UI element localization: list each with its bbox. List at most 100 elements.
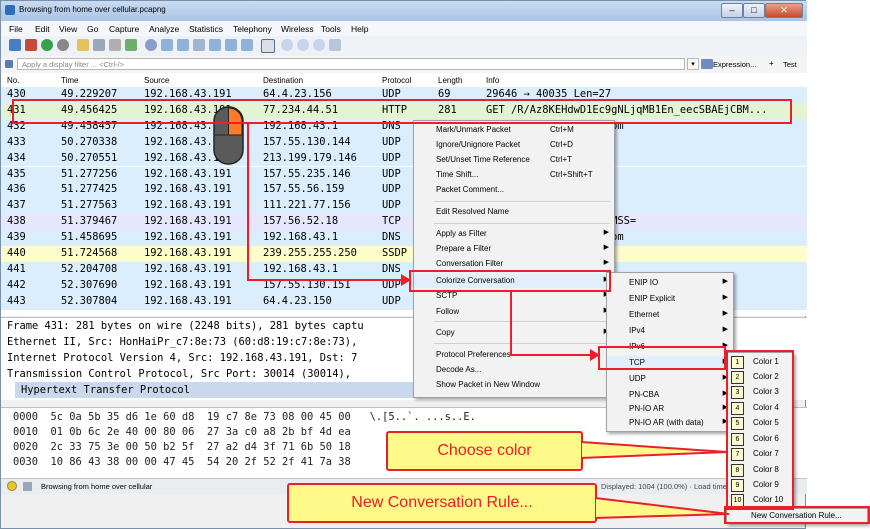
column-source[interactable]: Source bbox=[144, 76, 169, 85]
column-time[interactable]: Time bbox=[61, 76, 78, 85]
menu-capture[interactable]: Capture bbox=[109, 24, 139, 34]
column-no[interactable]: No. bbox=[7, 76, 19, 85]
detail-http[interactable]: Hypertext Transfer Protocol bbox=[15, 382, 427, 398]
menu-item-copy[interactable]: Copy▶ bbox=[414, 326, 614, 340]
packet-time-cell: 52.307690 bbox=[61, 278, 118, 291]
submenu-item-pn-cba[interactable]: PN-CBA▶ bbox=[607, 388, 733, 402]
autoscroll-icon[interactable] bbox=[241, 39, 253, 51]
find-packet-icon[interactable] bbox=[145, 39, 157, 51]
menu-item-time-reference[interactable]: Set/Unset Time Reference Ctrl+T bbox=[414, 153, 614, 167]
minimize-button[interactable]: – bbox=[721, 3, 743, 18]
menu-item-time-shift[interactable]: Time Shift... Ctrl+Shift+T bbox=[414, 168, 614, 182]
menu-item-label: Set/Unset Time Reference bbox=[436, 155, 530, 164]
packet-row[interactable]: 436 51.277425 192.168.43.191 157.55.56.159 U… bbox=[1, 182, 807, 199]
expression-button[interactable]: Expression... bbox=[713, 60, 756, 69]
packet-time-cell: 52.307804 bbox=[61, 294, 118, 307]
packet-row[interactable]: 440 51.724568 192.168.43.191 239.255.255.25… bbox=[1, 246, 807, 262]
go-back-icon[interactable] bbox=[161, 39, 173, 51]
zoom-out-icon[interactable] bbox=[297, 39, 309, 51]
add-filter-button[interactable]: + bbox=[769, 59, 774, 68]
menu-go[interactable]: Go bbox=[87, 24, 98, 34]
save-file-icon[interactable] bbox=[93, 39, 105, 51]
submenu-item-pn-io-ar-data[interactable]: PN-IO AR (with data)▶ bbox=[607, 416, 733, 430]
stop-capture-icon[interactable] bbox=[25, 39, 37, 51]
menu-statistics[interactable]: Statistics bbox=[189, 24, 223, 34]
detail-frame[interactable]: Frame 431: 281 bytes on wire (2248 bits)… bbox=[7, 318, 427, 334]
packet-time-cell: 51.458695 bbox=[61, 231, 118, 244]
menu-item-prepare-filter[interactable]: Prepare a Filter ▶ bbox=[414, 242, 614, 256]
title-bar: Browsing from home over cellular.pcapng … bbox=[1, 1, 807, 22]
menu-item-mark-packet[interactable]: Mark/Unmark Packet Ctrl+M bbox=[414, 123, 614, 137]
expert-info-icon[interactable] bbox=[7, 481, 17, 491]
column-destination[interactable]: Destination bbox=[263, 76, 303, 85]
menu-item-packet-comment[interactable]: Packet Comment... bbox=[414, 183, 614, 197]
column-protocol[interactable]: Protocol bbox=[382, 76, 411, 85]
menu-separator bbox=[434, 223, 610, 224]
first-packet-icon[interactable] bbox=[209, 39, 221, 51]
submenu-item-pn-io-ar[interactable]: PN-IO AR▶ bbox=[607, 402, 733, 416]
menu-item-follow[interactable]: Follow▶ bbox=[414, 305, 614, 319]
capture-comment-icon[interactable] bbox=[23, 482, 32, 491]
detail-tcp-label: Transmission Control Protocol, Src Port:… bbox=[7, 368, 352, 380]
display-filter-input[interactable]: Apply a display filter ... <Ctrl-/> bbox=[17, 58, 685, 70]
menu-analyze[interactable]: Analyze bbox=[149, 24, 179, 34]
detail-ethernet[interactable]: Ethernet II, Src: HonHaiPr_c7:8e:73 (60:… bbox=[7, 334, 427, 350]
apply-filter-icon[interactable] bbox=[701, 59, 713, 69]
menu-wireless[interactable]: Wireless bbox=[281, 24, 314, 34]
submenu-item-ethernet[interactable]: Ethernet ▶ bbox=[607, 308, 733, 322]
column-info[interactable]: Info bbox=[486, 76, 499, 85]
packet-row[interactable]: 435 51.277256 192.168.43.191 157.55.235.146… bbox=[1, 166, 807, 183]
restart-capture-icon[interactable] bbox=[41, 39, 53, 51]
colorize-icon[interactable] bbox=[261, 39, 275, 53]
maximize-button[interactable]: □ bbox=[743, 3, 765, 18]
menu-item-conversation-filter[interactable]: Conversation Filter ▶ bbox=[414, 257, 614, 271]
detail-ip[interactable]: Internet Protocol Version 4, Src: 192.16… bbox=[7, 350, 427, 366]
resize-columns-icon[interactable] bbox=[329, 39, 341, 51]
go-to-packet-icon[interactable] bbox=[193, 39, 205, 51]
menu-item-label: ENIP IO bbox=[629, 278, 659, 287]
packet-no-cell: 434 bbox=[7, 151, 26, 164]
menu-tools[interactable]: Tools bbox=[321, 24, 341, 34]
open-file-icon[interactable] bbox=[77, 39, 89, 51]
submenu-item-ipv4[interactable]: IPv4 ▶ bbox=[607, 324, 733, 338]
packet-row[interactable]: 438 51.379467 192.168.43.191 157.56.52.18 TC… bbox=[1, 214, 807, 231]
menu-item-apply-as-filter[interactable]: Apply as Filter ▶ bbox=[414, 227, 614, 241]
bookmark-icon[interactable] bbox=[5, 60, 13, 68]
menu-item-show-packet-new-window[interactable]: Show Packet in New Window bbox=[414, 378, 614, 392]
menu-item-label: Edit Resolved Name bbox=[436, 207, 509, 216]
detail-tcp[interactable]: Transmission Control Protocol, Src Port:… bbox=[7, 366, 427, 382]
menu-telephony[interactable]: Telephony bbox=[233, 24, 272, 34]
close-file-icon[interactable] bbox=[109, 39, 121, 51]
start-capture-icon[interactable] bbox=[9, 39, 21, 51]
menu-item-ignore-packet[interactable]: Ignore/Unignore Packet Ctrl+D bbox=[414, 138, 614, 152]
packet-row[interactable]: 437 51.277563 192.168.43.191 111.221.77.156… bbox=[1, 198, 807, 215]
reload-icon[interactable] bbox=[125, 39, 137, 51]
menu-help[interactable]: Help bbox=[351, 24, 368, 34]
normal-size-icon[interactable] bbox=[313, 39, 325, 51]
packet-row[interactable]: 433 50.270338 192.168.43.191 157.55.130.144… bbox=[1, 134, 807, 151]
hex-row[interactable]: 0000 5c 0a 5b 35 d6 1e 60 d8 19 c7 8e 73… bbox=[13, 410, 513, 425]
close-button[interactable]: ✕ bbox=[765, 3, 803, 18]
menu-item-label: Prepare a Filter bbox=[436, 244, 492, 253]
last-packet-icon[interactable] bbox=[225, 39, 237, 51]
menu-edit[interactable]: Edit bbox=[35, 24, 50, 34]
packet-row[interactable]: 439 51.458695 192.168.43.191 192.168.43.1 DN… bbox=[1, 230, 807, 246]
go-forward-icon[interactable] bbox=[177, 39, 189, 51]
submenu-item-enip-io[interactable]: ENIP IO ▶ bbox=[607, 276, 733, 290]
column-length[interactable]: Length bbox=[438, 76, 462, 85]
submenu-item-udp[interactable]: UDP▶ bbox=[607, 372, 733, 386]
menu-view[interactable]: View bbox=[59, 24, 77, 34]
test-filter-button[interactable]: Test bbox=[783, 60, 797, 69]
menu-item-decode-as[interactable]: Decode As... bbox=[414, 363, 614, 377]
packet-src-cell: 192.168.43.191 bbox=[144, 215, 232, 228]
capture-options-icon[interactable] bbox=[57, 39, 69, 51]
packet-time-cell: 51.277256 bbox=[61, 167, 118, 180]
packet-src-cell: 192.168.43.191 bbox=[144, 199, 232, 212]
zoom-in-icon[interactable] bbox=[281, 39, 293, 51]
menu-item-edit-resolved-name[interactable]: Edit Resolved Name bbox=[414, 205, 614, 219]
menu-file[interactable]: File bbox=[9, 24, 23, 34]
filter-history-dropdown[interactable]: ▾ bbox=[687, 58, 699, 70]
menu-separator bbox=[434, 321, 610, 322]
submenu-item-enip-explicit[interactable]: ENIP Explicit ▶ bbox=[607, 292, 733, 306]
packet-row[interactable]: 434 50.270551 192.168.43.191 213.199.179.14… bbox=[1, 150, 807, 167]
